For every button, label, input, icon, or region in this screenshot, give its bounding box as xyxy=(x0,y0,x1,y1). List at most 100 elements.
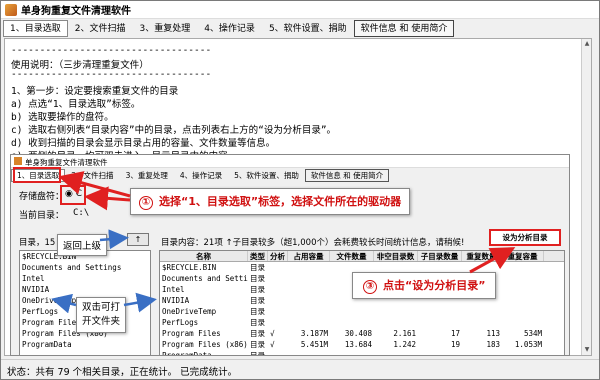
tab-settings-donate[interactable]: 5、软件设置、捐助 xyxy=(262,20,354,37)
table-cell xyxy=(330,317,374,328)
table-cell: OneDriveTemp xyxy=(162,307,217,316)
table-cell xyxy=(288,295,330,306)
column-header: 非空目录数 xyxy=(374,251,418,261)
table-cell xyxy=(288,273,330,284)
directory-content-table: 名称 类型 分析 占用容量 文件数量 非空目录数 子目录数量 重复数量 重复容量… xyxy=(159,250,565,356)
text-line: c) 选取右侧列表“目录内容”中的目录，点击列表右上方的“设为分析目录”。 xyxy=(11,125,337,136)
scroll-down-arrow-icon[interactable]: ▼ xyxy=(582,345,591,355)
table-cell xyxy=(418,350,462,355)
table-cell xyxy=(268,350,288,355)
table-cell: √ xyxy=(270,329,275,338)
table-cell xyxy=(418,306,462,317)
tab-operation-log[interactable]: 4、操作记录 xyxy=(197,20,262,37)
inner-tab-strip: 1、目录选取 2、文件扫描 3、重复处理 4、操作记录 5、软件设置、捐助 软件… xyxy=(11,169,390,182)
table-cell: 1.053M xyxy=(514,340,542,349)
table-cell: 1.242 xyxy=(393,340,416,349)
table-cell: 目录 xyxy=(250,274,265,283)
vertical-scrollbar[interactable]: ▲ ▼ xyxy=(581,39,591,355)
dir-list-header: 目录，15 xyxy=(19,238,56,248)
table-header-row: 名称 类型 分析 占用容量 文件数量 非空目录数 子目录数量 重复数量 重复容量 xyxy=(160,251,564,262)
tab-directory-select[interactable]: 1、目录选取 xyxy=(3,20,68,37)
list-item: Documents and Settings xyxy=(22,263,122,272)
scroll-up-arrow-icon[interactable]: ▲ xyxy=(582,39,591,49)
tab-duplicate-handling[interactable]: 3、重复处理 xyxy=(132,20,197,37)
table-cell: 17 xyxy=(450,329,460,338)
table-cell: $RECYCLE.BIN xyxy=(162,263,217,272)
list-item: NVIDIA xyxy=(22,285,50,294)
inner-window-title: 单身狗重复文件清理软件 xyxy=(11,155,569,168)
column-header: 文件数量 xyxy=(330,251,374,261)
tab-strip: 1、目录选取 2、文件扫描 3、重复处理 4、操作记录 5、软件设置、捐助 软件… xyxy=(3,20,455,37)
table-cell xyxy=(288,350,330,355)
app-icon xyxy=(5,3,17,16)
text-line: b) 选取要操作的盘符。 xyxy=(11,112,114,123)
table-cell xyxy=(502,306,544,317)
table-cell: 5.451M xyxy=(300,340,328,349)
table-cell: 目录 xyxy=(250,351,265,356)
set-analysis-dir-button: 设为分析目录 xyxy=(489,229,561,246)
drive-label: 存储盘符： xyxy=(19,192,65,202)
table-caption: 目录内容：21项 ↑子目录较多（超1,000个）会耗费较长时间统计信息，请稍候! xyxy=(161,238,465,248)
tab-file-scan[interactable]: 2、文件扫描 xyxy=(68,20,133,37)
table-cell xyxy=(268,306,288,317)
table-cell xyxy=(374,306,418,317)
table-cell: 目录 xyxy=(250,296,265,305)
table-cell xyxy=(268,273,288,284)
table-cell: 目录 xyxy=(250,285,265,294)
table-cell xyxy=(288,262,330,273)
table-cell xyxy=(374,350,418,355)
table-cell: 目录 xyxy=(250,307,265,316)
up-level-button: ↑ xyxy=(127,233,149,246)
table-cell: √ xyxy=(270,340,275,349)
table-cell xyxy=(268,295,288,306)
text-line: ----------------------------------- xyxy=(11,45,212,56)
column-header: 类型 xyxy=(248,251,268,261)
table-cell: 目录 xyxy=(250,318,265,327)
status-bar: 状态：共有 79 个相关目录，正在统计。 已完成统计。 xyxy=(1,359,599,379)
step-number: ③ xyxy=(363,280,377,294)
table-row: Program Files 目录 √ 3.187M 30.408 2.161 17 113 53… xyxy=(160,328,564,339)
table-row: ProgramData 目录 xyxy=(160,350,564,356)
table-cell: 目录 xyxy=(250,340,265,349)
table-cell xyxy=(268,317,288,328)
inner-tab: 软件信息 和 使用简介 xyxy=(304,169,390,182)
table-cell xyxy=(288,306,330,317)
table-cell xyxy=(502,284,544,295)
table-cell: Program Files xyxy=(162,329,221,338)
column-header: 子目录数量 xyxy=(418,251,462,261)
tab-software-info[interactable]: 软件信息 和 使用简介 xyxy=(353,20,455,37)
column-header: 分析 xyxy=(268,251,288,261)
table-cell: 13.684 xyxy=(344,340,372,349)
inner-tab: 3、重复处理 xyxy=(125,171,168,180)
table-cell: 534M xyxy=(523,329,542,338)
table-cell xyxy=(330,306,374,317)
highlight-tab-box xyxy=(13,167,61,183)
table-row: OneDriveTemp 目录 xyxy=(160,306,564,317)
table-cell: 30.408 xyxy=(344,329,372,338)
step-number: ① xyxy=(139,196,153,210)
callout-text: 点击“设为分析目录” xyxy=(383,279,486,292)
table-cell xyxy=(502,262,544,273)
inner-tab: 2、文件扫描 xyxy=(71,171,114,180)
text-line: a) 点选“1、目录选取”标签。 xyxy=(11,99,141,110)
table-cell xyxy=(330,350,374,355)
table-cell xyxy=(502,350,544,355)
callout-step-3: ③ 点击“设为分析目录” xyxy=(352,272,497,299)
table-cell xyxy=(288,317,330,328)
highlight-drive-box xyxy=(60,185,86,205)
table-cell xyxy=(418,317,462,328)
table-cell: PerfLogs xyxy=(162,318,199,327)
inner-tab: 5、软件设置、捐助 xyxy=(234,171,299,180)
table-cell xyxy=(268,262,288,273)
column-header: 重复数量 xyxy=(462,251,502,261)
text-line: ----------------------------------- xyxy=(11,69,212,80)
table-cell: ProgramData xyxy=(162,351,212,356)
column-header: 重复容量 xyxy=(502,251,544,261)
table-cell: 19 xyxy=(450,340,460,349)
window-title: 单身狗重复文件清理软件 xyxy=(21,6,131,17)
table-cell xyxy=(462,306,502,317)
callout-line: 双击可打 xyxy=(82,302,121,313)
callout-text: 选择“1、目录选取”标签，选择文件所在的驱动器 xyxy=(159,195,402,208)
list-item: Intel xyxy=(22,274,45,283)
table-cell: NVIDIA xyxy=(162,296,190,305)
